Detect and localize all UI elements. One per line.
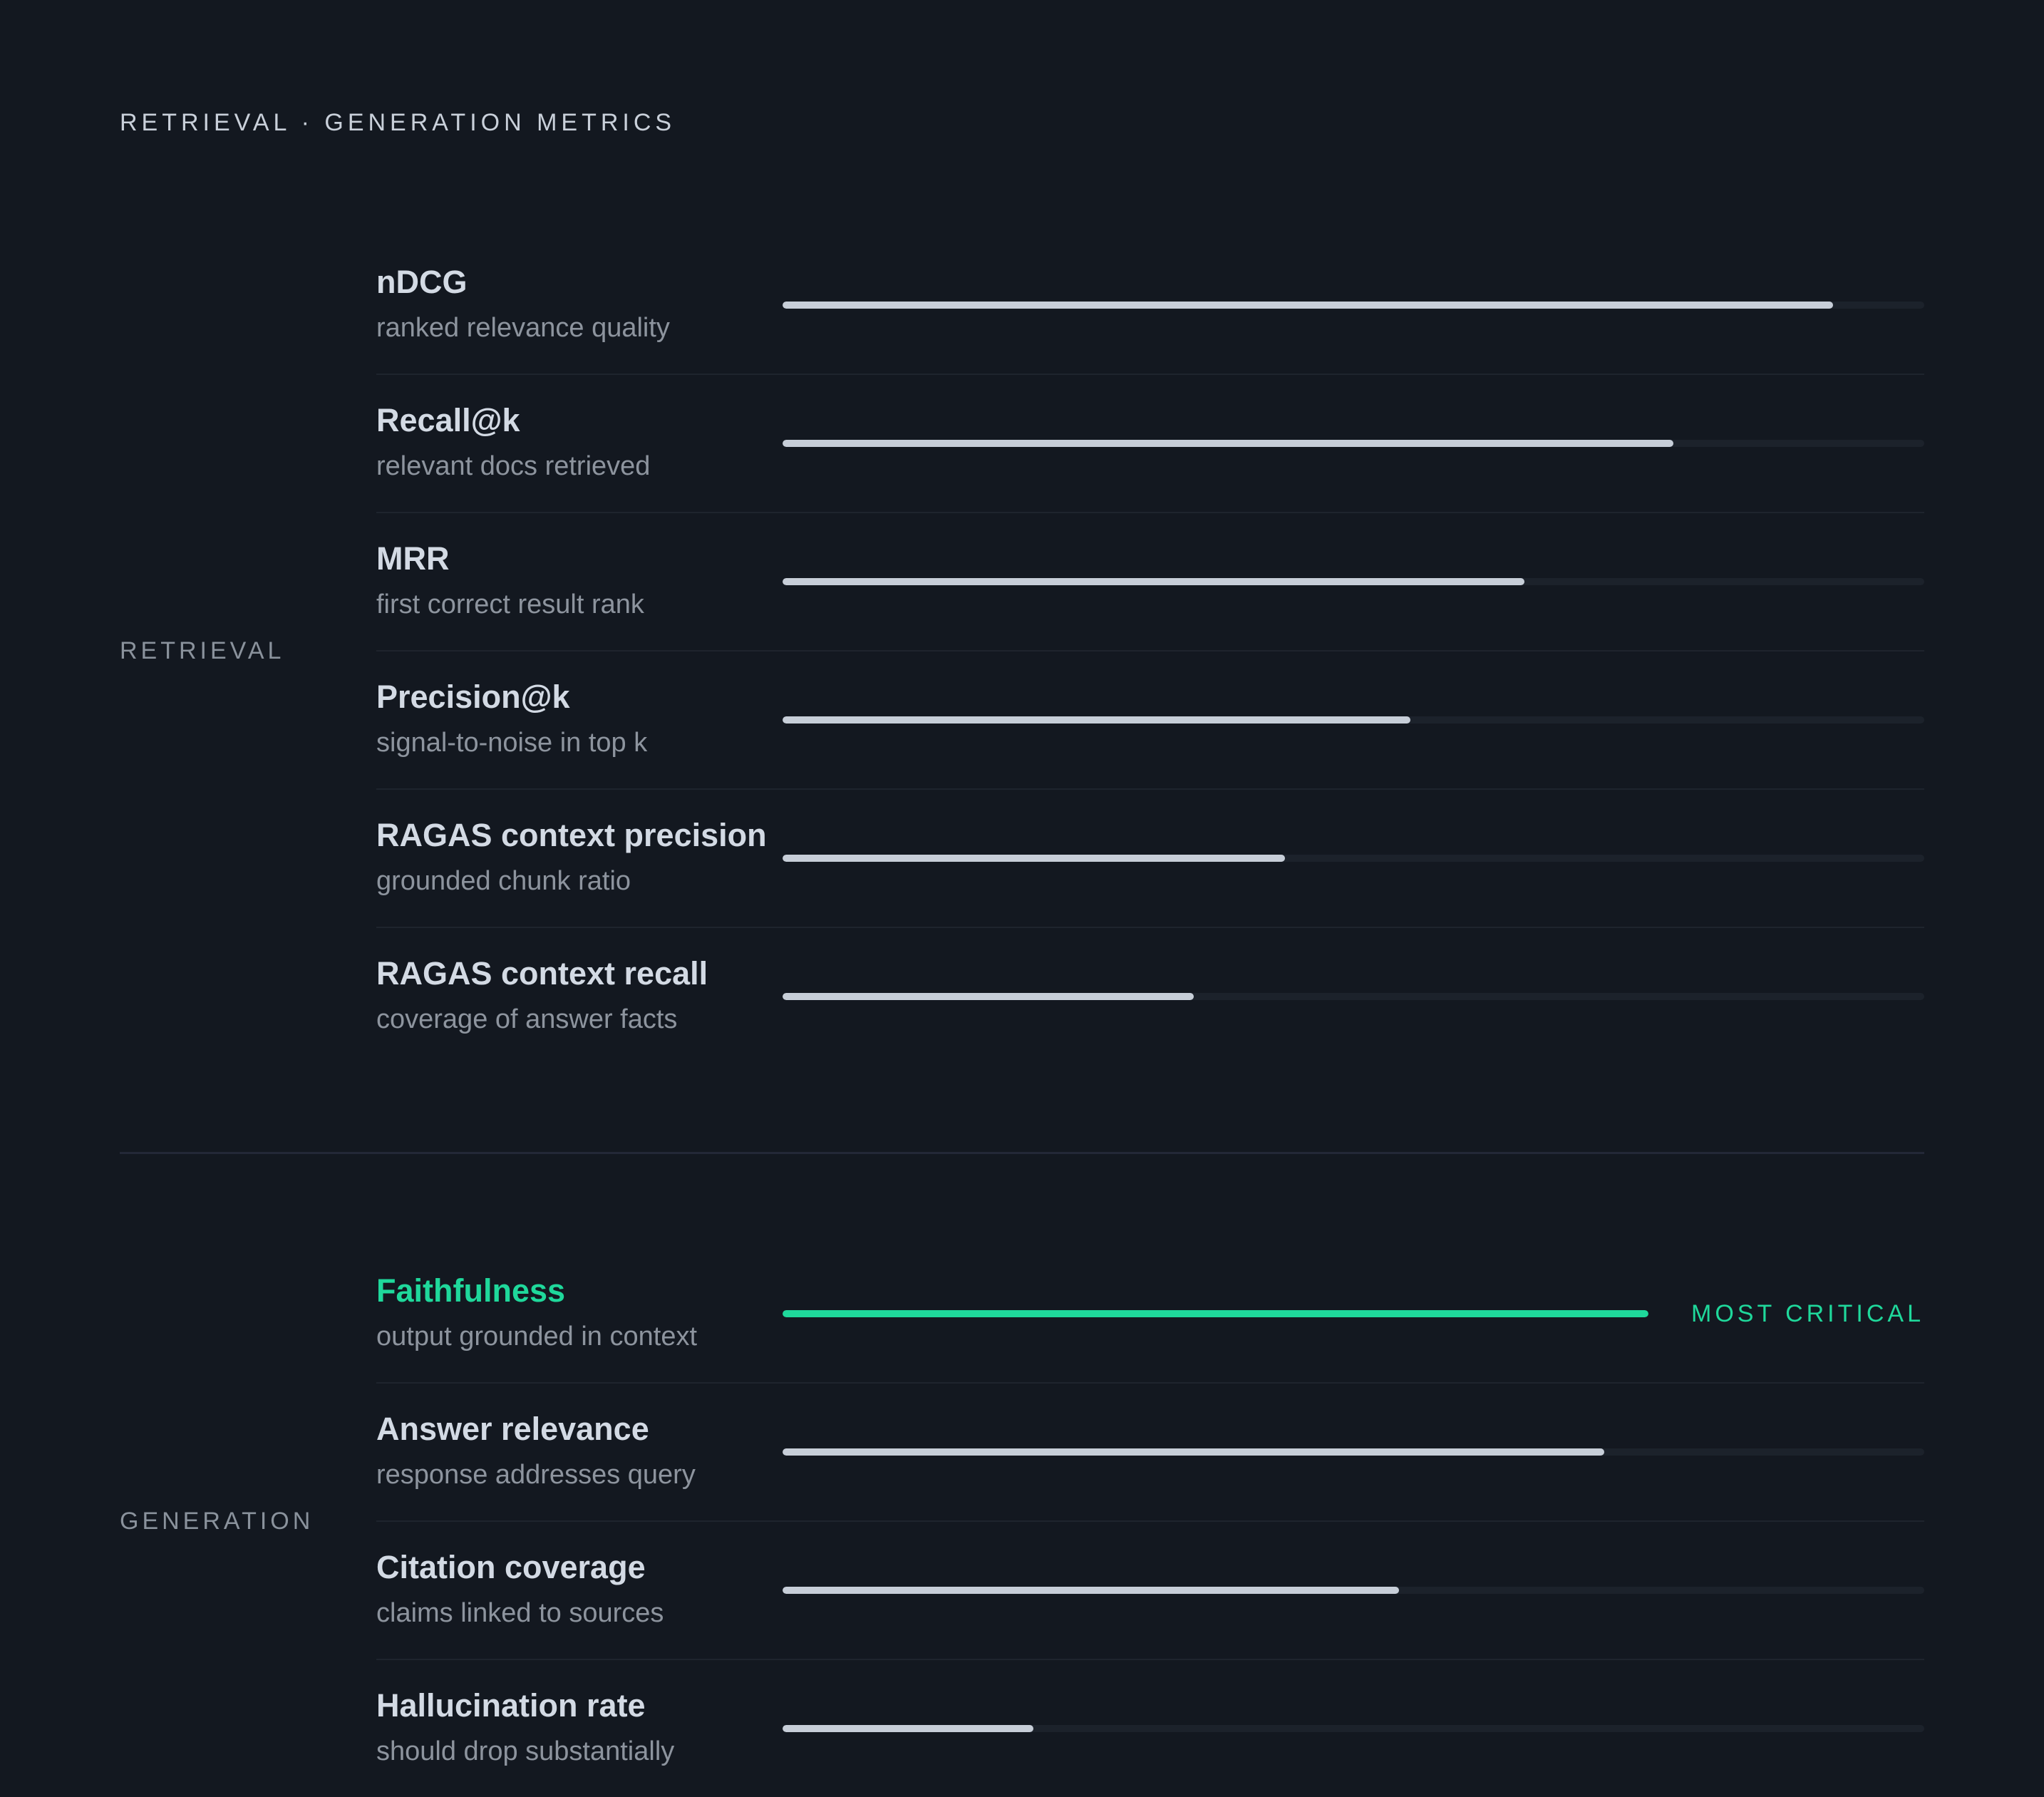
metric-bar-fill [783, 440, 1673, 447]
metric-row: Citation coverage claims linked to sourc… [376, 1522, 1924, 1660]
metric-description: output grounded in context [376, 1322, 698, 1351]
metric-name: RAGAS context precision [376, 817, 767, 853]
section-label-generation: GENERATION [120, 1507, 314, 1535]
metric-bar-fill [783, 302, 1833, 309]
metric-bar-track [783, 993, 1924, 1000]
metric-description: relevant docs retrieved [376, 451, 651, 481]
metric-description: signal-to-noise in top k [376, 728, 648, 758]
metric-name: Precision@k [376, 679, 570, 715]
metric-bar-fill [783, 716, 1411, 724]
metric-name: nDCG [376, 264, 468, 300]
metric-bar-track [783, 1448, 1924, 1456]
metric-name: Citation coverage [376, 1549, 646, 1585]
metric-name: Answer relevance [376, 1411, 649, 1447]
metric-row: Precision@k signal-to-noise in top k [376, 652, 1924, 790]
metric-description: first correct result rank [376, 589, 644, 619]
metric-bar-fill [783, 578, 1525, 585]
metric-list-generation: Faithfulness output grounded in context … [376, 1245, 1924, 1797]
metric-row: RAGAS context precision grounded chunk r… [376, 790, 1924, 928]
metric-bar-track [783, 440, 1924, 447]
metric-bar-track [783, 1587, 1924, 1594]
metric-description: grounded chunk ratio [376, 866, 631, 896]
metric-bar-fill [783, 1587, 1400, 1594]
metric-description: claims linked to sources [376, 1598, 664, 1628]
metric-bar-track [783, 1310, 1649, 1317]
metric-description: response addresses query [376, 1460, 696, 1490]
metric-name: RAGAS context recall [376, 955, 708, 992]
metric-description: ranked relevance quality [376, 313, 670, 343]
metric-row: MRR first correct result rank [376, 513, 1924, 652]
metric-row: RAGAS context recall coverage of answer … [376, 928, 1924, 1065]
metric-bar-track [783, 855, 1924, 862]
metric-row-highlighted: Faithfulness output grounded in context … [376, 1245, 1924, 1384]
metric-bar-fill [783, 1725, 1034, 1732]
section-retrieval: RETRIEVAL nDCG ranked relevance quality … [120, 237, 1924, 1065]
metric-bar-track [783, 716, 1924, 724]
metric-name: Recall@k [376, 402, 520, 438]
metric-name: MRR [376, 540, 450, 577]
most-critical-badge: MOST CRITICAL [1691, 1299, 1924, 1327]
section-label-retrieval: RETRIEVAL [120, 637, 285, 664]
metric-row: Recall@k relevant docs retrieved [376, 375, 1924, 513]
section-divider [120, 1152, 1924, 1154]
metric-bar-track [783, 578, 1924, 585]
metric-bar-fill [783, 993, 1194, 1000]
metric-list-retrieval: nDCG ranked relevance quality Recall@k r… [376, 237, 1924, 1065]
metric-description: coverage of answer facts [376, 1004, 678, 1034]
metric-name: Faithfulness [376, 1272, 566, 1309]
metric-bar-track [783, 1725, 1924, 1732]
metric-name: Hallucination rate [376, 1687, 646, 1724]
metric-bar-fill [783, 1448, 1605, 1456]
page-title: RETRIEVAL · GENERATION METRICS [120, 109, 676, 136]
metric-row: Hallucination rate should drop substanti… [376, 1660, 1924, 1797]
metric-bar-track [783, 302, 1924, 309]
metric-row: nDCG ranked relevance quality [376, 237, 1924, 375]
metric-bar-fill [783, 1310, 1649, 1317]
metric-bar-fill [783, 855, 1285, 862]
metrics-page: RETRIEVAL · GENERATION METRICS RETRIEVAL… [0, 0, 2044, 1777]
section-generation: GENERATION Faithfulness output grounded … [120, 1245, 1924, 1797]
metric-description: should drop substantially [376, 1736, 675, 1766]
metric-row: Answer relevance response addresses quer… [376, 1384, 1924, 1522]
